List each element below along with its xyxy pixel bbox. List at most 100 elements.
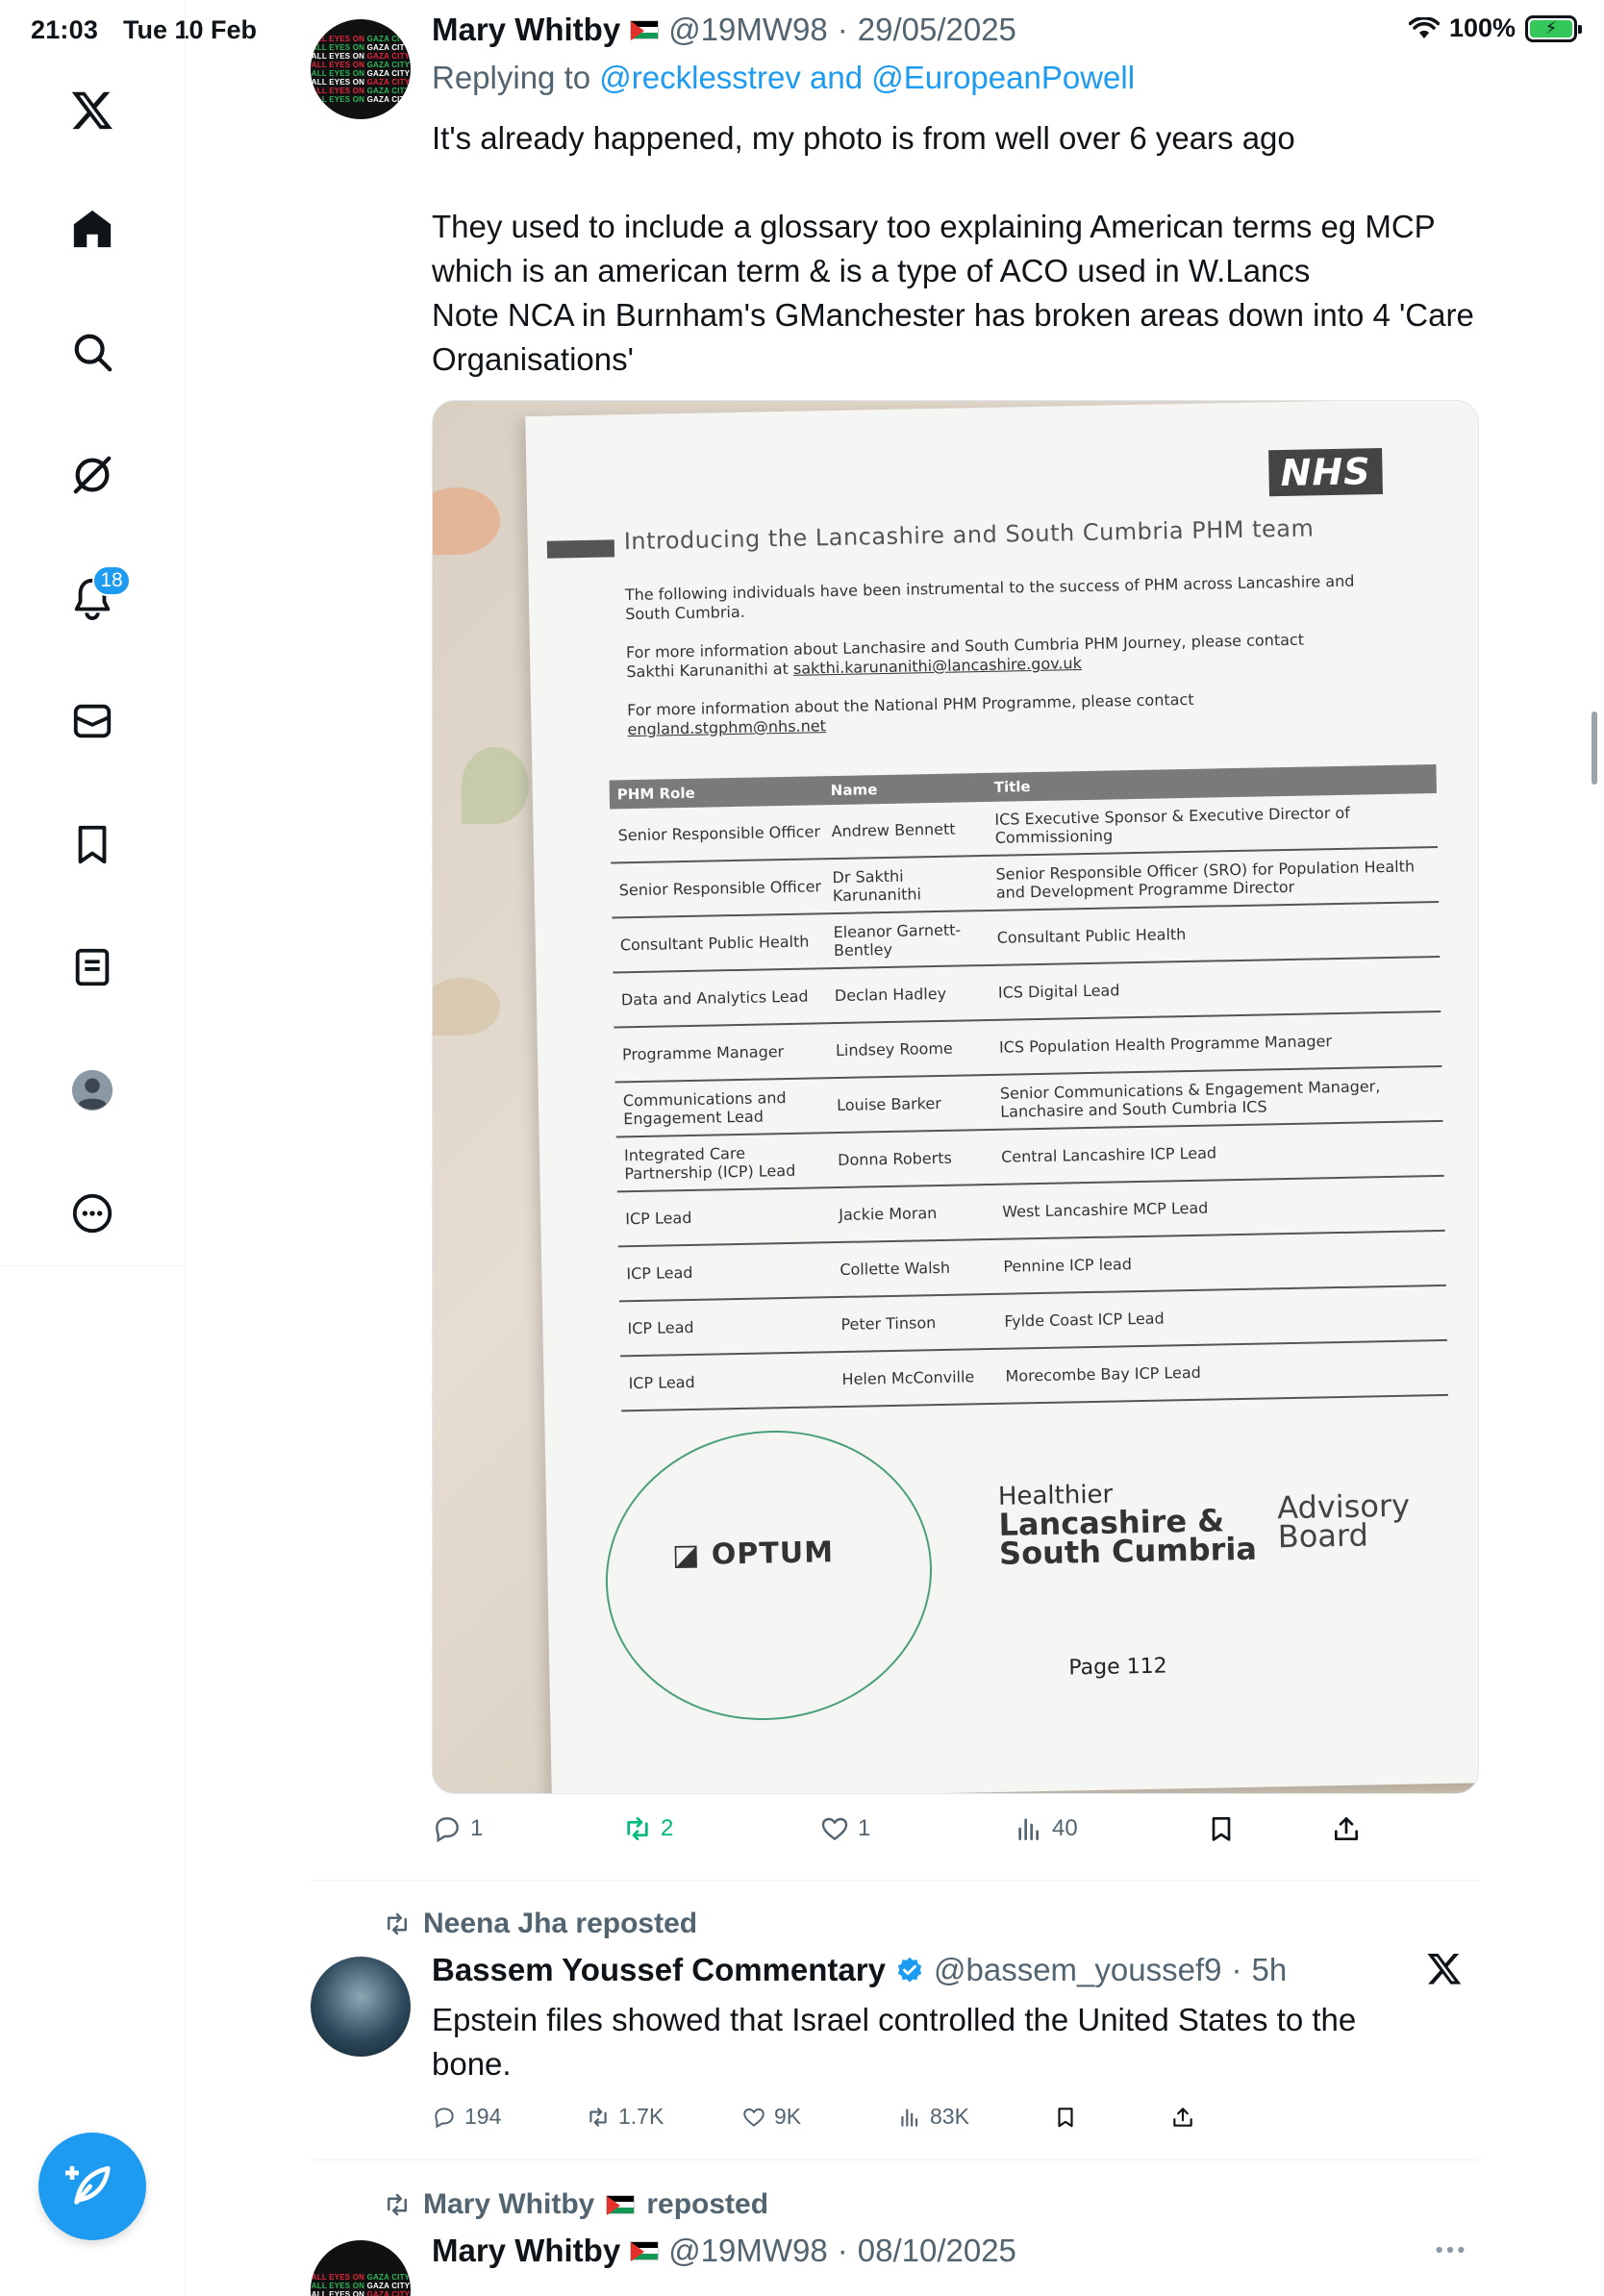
doc-table-cell: Consultant Public Health [619, 932, 810, 955]
doc-table-cell: Pennine ICP lead [1003, 1255, 1133, 1276]
doc-table-cell: Donna Roberts [837, 1148, 952, 1170]
author-name[interactable]: Mary Whitby [432, 12, 620, 48]
share-icon [1335, 1817, 1358, 1840]
bookmark-icon [1058, 2107, 1073, 2127]
tweet-date[interactable]: 29/05/2025 [858, 12, 1016, 48]
doc-table-cell: Helen McConville [841, 1367, 975, 1388]
reply-button[interactable]: 1 [432, 1813, 622, 1844]
doc-table-cell: Jackie Moran [839, 1204, 938, 1225]
repost-icon [388, 2193, 407, 2216]
doc-table-cell: Collette Walsh [840, 1258, 951, 1279]
profile-icon[interactable] [54, 1052, 131, 1129]
compose-button[interactable] [38, 2133, 146, 2240]
document-page: NHS Introducing the Lancashire and South… [525, 401, 1478, 1793]
tweet-date[interactable]: 08/10/2025 [858, 2233, 1016, 2269]
repost-button[interactable]: 2 [622, 1813, 819, 1844]
share-button[interactable] [1170, 2105, 1195, 2130]
share-icon [1173, 2107, 1192, 2127]
more-options-icon[interactable] [1434, 2240, 1466, 2259]
tweet-date[interactable]: 5h [1251, 1952, 1287, 1988]
messages-icon[interactable] [54, 683, 131, 760]
scrollbar[interactable] [1591, 711, 1597, 785]
more-icon[interactable] [54, 1175, 131, 1252]
like-button[interactable]: 9K [741, 2104, 897, 2130]
author-name[interactable]: Mary Whitby [432, 2233, 620, 2269]
views-button[interactable]: 40 [1014, 1813, 1206, 1844]
like-button[interactable]: 1 [819, 1813, 1014, 1844]
palestine-flag-icon [630, 20, 660, 40]
nhs-logo: NHS [1268, 448, 1383, 497]
home-icon[interactable] [54, 190, 131, 267]
doc-table: PHM Role Name Title Senior Responsible O… [609, 763, 1449, 1412]
healthier-lsc-logo: Healthier Lancashire & South Cumbria [997, 1480, 1258, 1572]
tweet-separator [311, 2159, 1479, 2160]
palestine-flag-icon [630, 2241, 660, 2261]
views-icon [901, 2108, 918, 2127]
doc-table-cell: Declan Hadley [834, 984, 947, 1006]
doc-para: The following individuals have been inst… [624, 571, 1355, 624]
doc-para: For more information about the National … [626, 689, 1194, 739]
x-logo-icon[interactable] [54, 71, 131, 148]
repost-icon [388, 1912, 407, 1935]
doc-title: Introducing the Lancashire and South Cum… [623, 514, 1315, 556]
reply-button[interactable]: 194 [432, 2104, 586, 2130]
dot-separator: · [837, 2233, 848, 2268]
notifications-icon[interactable]: 18 [54, 560, 131, 636]
optum-logo: ◪ OPTUM [671, 1535, 835, 1573]
views-button[interactable]: 83K [897, 2104, 1053, 2130]
bookmark-button[interactable] [1053, 2105, 1170, 2130]
doc-table-cell: Morecombe Bay ICP Lead [1005, 1362, 1201, 1385]
avatar[interactable]: ALL EYES ON GAZA CITY ALL EYES ON GAZA C… [311, 19, 411, 119]
author-handle[interactable]: @bassem_youssef9 [934, 1952, 1221, 1988]
doc-table-cell: Peter Tinson [840, 1313, 937, 1334]
author-handle[interactable]: @19MW98 [668, 12, 828, 48]
tweet-header: Mary Whitby @19MW98 · 08/10/2025 [432, 2233, 1016, 2269]
avatar[interactable]: ALL EYES ON GAZA CITY ALL EYES ON GAZA C… [311, 2240, 411, 2296]
page-number: Page 112 [1068, 1654, 1167, 1681]
grok-icon[interactable] [54, 437, 131, 513]
replying-to: Replying to @recklesstrev and @EuropeanP… [432, 60, 1136, 95]
repost-indicator[interactable]: Neena Jha reposted [383, 1908, 697, 1940]
views-icon [1018, 1818, 1039, 1840]
doc-table-cell: Dr Sakthi Karunanithi [832, 866, 922, 905]
doc-para: For more information about Lanchasire an… [625, 630, 1305, 682]
repost-icon [627, 1817, 648, 1840]
bookmark-button[interactable] [1206, 1813, 1331, 1844]
lists-icon[interactable] [54, 929, 131, 1006]
doc-table-cell: Andrew Bennett [831, 819, 956, 841]
repost-button[interactable]: 1.7K [586, 2104, 741, 2130]
reply-icon [436, 1817, 459, 1843]
fabric-pattern [433, 487, 500, 555]
repost-indicator[interactable]: Mary Whitby reposted [383, 2188, 768, 2221]
notifications-badge: 18 [92, 565, 131, 596]
doc-title-bar [546, 539, 615, 559]
tweet-text-line: It's already happened, my photo is from … [432, 120, 1295, 156]
repost-icon [589, 2107, 607, 2127]
bookmark-icon [1212, 1817, 1231, 1841]
doc-table-cell: Senior Communications & Engagement Manag… [999, 1076, 1381, 1121]
dot-separator: · [837, 12, 848, 47]
author-handle[interactable]: @19MW98 [668, 2233, 828, 2269]
reply-icon [435, 2107, 454, 2128]
avatar[interactable] [311, 1957, 411, 2057]
nav-rail: 18 [0, 60, 186, 1266]
doc-table-cell: ICP Lead [625, 1208, 692, 1229]
share-button[interactable] [1331, 1813, 1362, 1844]
tweet-text-line: They used to include a glossary too expl… [432, 209, 1436, 288]
doc-table-cell: ICS Population Health Programme Manager [998, 1032, 1333, 1057]
doc-table-cell: ICP Lead [627, 1317, 694, 1338]
tweet-photo[interactable]: NHS Introducing the Lancashire and South… [432, 400, 1479, 1794]
doc-table-cell: West Lancashire MCP Lead [1002, 1198, 1209, 1221]
verified-badge-icon [897, 1957, 922, 1983]
fabric-pattern [433, 978, 500, 1036]
fabric-pattern [462, 747, 529, 824]
doc-table-cell: Integrated Care Partnership (ICP) Lead [623, 1143, 796, 1183]
pen-circle [584, 1407, 954, 1744]
search-icon[interactable] [54, 313, 131, 390]
replying-to-link[interactable]: @recklesstrev and @EuropeanPowell [599, 60, 1135, 95]
heart-icon [743, 2108, 764, 2127]
author-name[interactable]: Bassem Youssef Commentary [432, 1952, 886, 1988]
tweet-actions: 1 2 1 40 [432, 1813, 1362, 1844]
doc-table-cell: Communications and Engagement Lead [622, 1087, 787, 1128]
bookmarks-icon[interactable] [54, 806, 131, 883]
